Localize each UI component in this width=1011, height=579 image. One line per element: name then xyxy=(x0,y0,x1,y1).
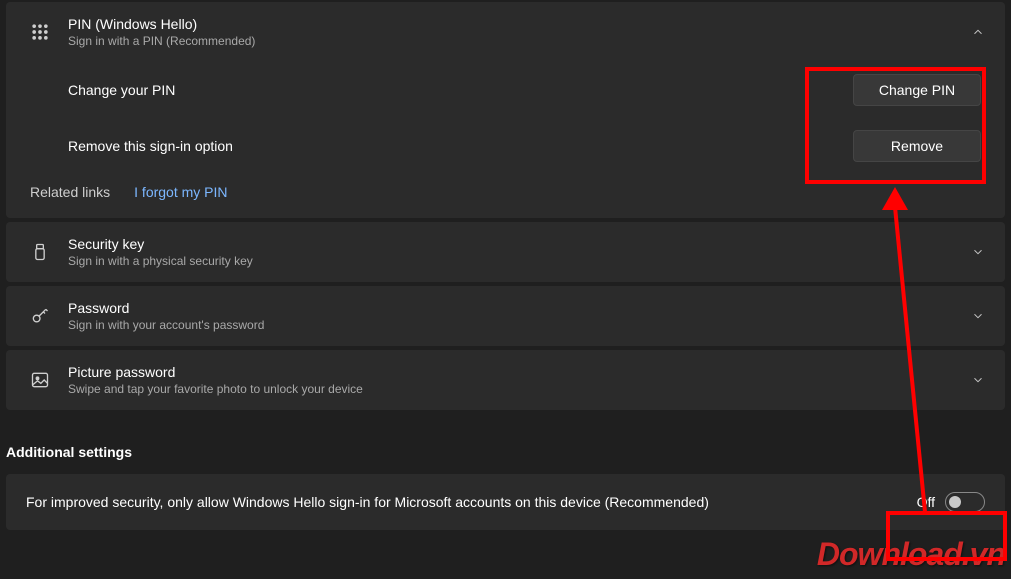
related-links-row: Related links I forgot my PIN xyxy=(6,174,1005,218)
change-pin-button[interactable]: Change PIN xyxy=(853,74,981,106)
remove-pin-label: Remove this sign-in option xyxy=(68,138,233,154)
password-subtitle: Sign in with your account's password xyxy=(68,318,971,332)
security-key-row[interactable]: Security key Sign in with a physical sec… xyxy=(6,222,1005,282)
chevron-down-icon xyxy=(971,373,985,387)
security-key-subtitle: Sign in with a physical security key xyxy=(68,254,971,268)
hello-only-toggle[interactable] xyxy=(945,492,985,512)
pin-subtitle: Sign in with a PIN (Recommended) xyxy=(68,34,971,48)
picture-password-row[interactable]: Picture password Swipe and tap your favo… xyxy=(6,350,1005,410)
hello-only-text: For improved security, only allow Window… xyxy=(26,494,917,510)
picture-subtitle: Swipe and tap your favorite photo to unl… xyxy=(68,382,971,396)
pin-section: PIN (Windows Hello) Sign in with a PIN (… xyxy=(6,2,1005,218)
change-pin-label: Change your PIN xyxy=(68,82,175,98)
security-key-title: Security key xyxy=(68,236,971,252)
password-row[interactable]: Password Sign in with your account's pas… xyxy=(6,286,1005,346)
pin-keypad-icon xyxy=(22,22,58,42)
password-title: Password xyxy=(68,300,971,316)
toggle-state-label: Off xyxy=(917,494,935,510)
chevron-down-icon xyxy=(971,309,985,323)
related-links-label: Related links xyxy=(30,184,110,200)
usb-key-icon xyxy=(22,242,58,262)
chevron-up-icon xyxy=(971,25,985,39)
remove-pin-row: Remove this sign-in option Remove xyxy=(6,118,1005,174)
picture-title: Picture password xyxy=(68,364,971,380)
hello-only-card: For improved security, only allow Window… xyxy=(6,474,1005,530)
forgot-pin-link[interactable]: I forgot my PIN xyxy=(134,184,227,200)
picture-icon xyxy=(22,370,58,390)
pin-title: PIN (Windows Hello) xyxy=(68,16,971,32)
additional-settings-heading: Additional settings xyxy=(0,414,1011,472)
chevron-down-icon xyxy=(971,245,985,259)
pin-header[interactable]: PIN (Windows Hello) Sign in with a PIN (… xyxy=(6,2,1005,62)
watermark: Download.vn xyxy=(817,536,1005,573)
key-icon xyxy=(22,306,58,326)
change-pin-row: Change your PIN Change PIN xyxy=(6,62,1005,118)
remove-pin-button[interactable]: Remove xyxy=(853,130,981,162)
